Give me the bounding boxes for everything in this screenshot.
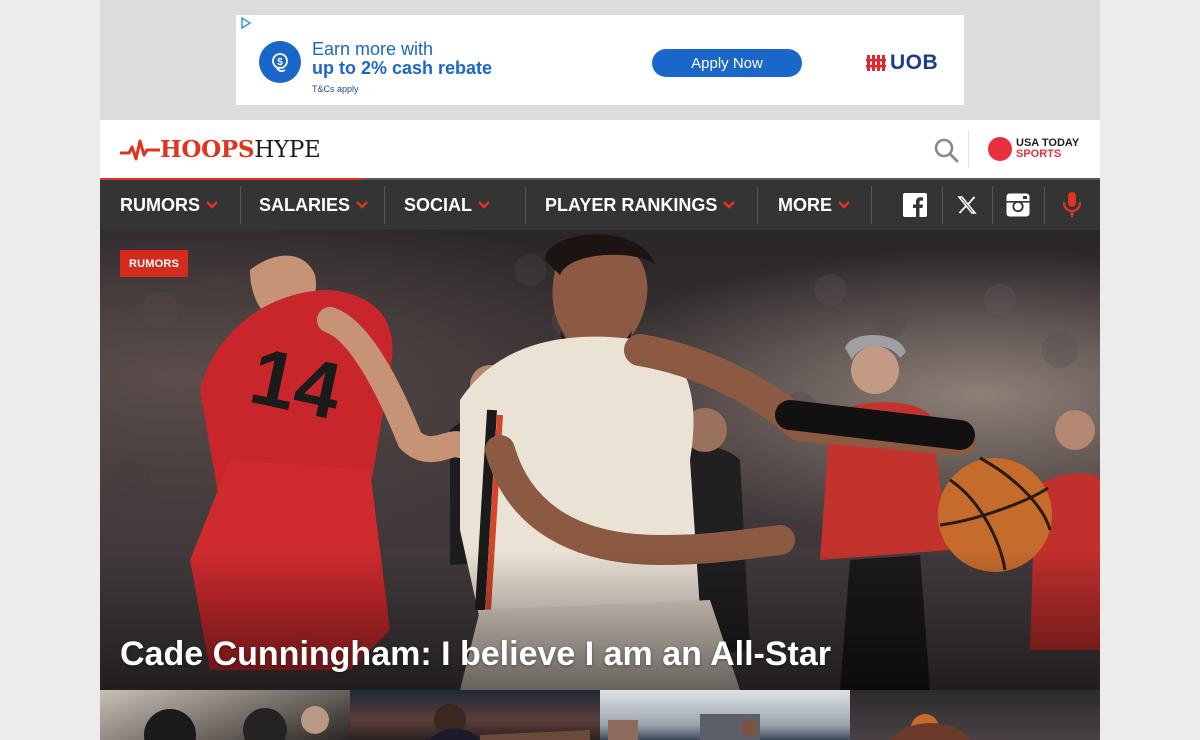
nav-item-label: SOCIAL: [404, 194, 473, 215]
nav-item-label: RUMORS: [120, 194, 200, 215]
site-header: HOOPSHYPE USA TODAY SPORTS: [100, 120, 1100, 178]
instagram-link[interactable]: [993, 180, 1043, 230]
thumbnail-photo: [890, 714, 970, 740]
logo-text-hype: HYPE: [254, 137, 321, 163]
nav-item-label: SALARIES: [259, 194, 351, 215]
hero-story[interactable]: 14 RUMORS Cade Cunningham: I believe I a…: [100, 230, 1100, 690]
story-thumbnail[interactable]: [100, 690, 350, 740]
heartbeat-icon: [120, 139, 160, 161]
nav-item-label: MORE: [778, 194, 832, 215]
header-divider: [968, 130, 969, 168]
story-thumbnail[interactable]: [350, 690, 600, 740]
nav-divider: [384, 186, 385, 224]
x-icon: [957, 196, 977, 214]
story-thumbnails: [100, 690, 1100, 740]
nav-divider: [1044, 186, 1045, 224]
adchoices-icon[interactable]: [240, 17, 252, 29]
chevron-down-icon: [723, 201, 736, 209]
uob-logo-icon: [866, 55, 886, 71]
chevron-down-icon: [838, 201, 850, 209]
facebook-icon: [903, 193, 927, 217]
nav-divider: [525, 186, 526, 224]
main-nav: RUMORS SALARIES SOCIAL PLAYER RANKINGS M…: [100, 180, 1100, 230]
chevron-down-icon: [356, 201, 368, 209]
category-badge[interactable]: RUMORS: [120, 250, 189, 277]
usa-today-sports-logo[interactable]: USA TODAY SPORTS: [988, 137, 1079, 161]
hero-headline[interactable]: Cade Cunningham: I believe I am an All-S…: [120, 632, 831, 676]
thumbnail-photo: [144, 706, 329, 740]
svg-text:14: 14: [243, 331, 349, 437]
nav-item-label: PLAYER RANKINGS: [545, 194, 718, 215]
logo-text-hoops: HOOPS: [160, 136, 255, 163]
chevron-down-icon: [206, 201, 218, 209]
facebook-link[interactable]: [890, 180, 940, 230]
ad-brand-name: UOB: [890, 51, 939, 74]
nav-item-player-rankings[interactable]: PLAYER RANKINGS: [545, 180, 736, 230]
partner-name-line2: SPORTS: [1016, 148, 1062, 160]
nav-item-more[interactable]: MORE: [778, 180, 850, 230]
nav-divider: [871, 186, 872, 224]
ad-area: $ Earn more with up to 2% cash rebate T&…: [100, 0, 1100, 120]
ad-terms: T&Cs apply: [312, 84, 359, 94]
story-thumbnail[interactable]: [850, 690, 1100, 740]
svg-text:$: $: [277, 57, 283, 68]
ad-headline-line1: Earn more with: [312, 39, 434, 59]
x-link[interactable]: [942, 180, 992, 230]
thumbnail-photo: [430, 704, 590, 740]
cash-coin-icon: $: [259, 41, 301, 83]
nav-divider: [240, 186, 241, 224]
podcast-link[interactable]: [1047, 180, 1097, 230]
site-logo[interactable]: HOOPSHYPE: [120, 136, 321, 164]
advertisement[interactable]: $ Earn more with up to 2% cash rebate T&…: [236, 15, 964, 105]
apply-now-button[interactable]: Apply Now: [652, 49, 802, 77]
chevron-down-icon: [478, 201, 490, 209]
nav-divider: [757, 186, 758, 224]
nav-item-salaries[interactable]: SALARIES: [259, 180, 368, 230]
microphone-icon: [1062, 192, 1082, 217]
thumbnail-photo: [608, 714, 760, 740]
search-icon[interactable]: [932, 136, 960, 164]
ad-brand-logo: UOB: [866, 51, 938, 75]
usa-today-dot-icon: [988, 137, 1012, 161]
story-thumbnail[interactable]: [600, 690, 850, 740]
ad-headline-line2: up to 2% cash rebate: [312, 58, 493, 78]
page: $ Earn more with up to 2% cash rebate T&…: [100, 0, 1100, 740]
instagram-icon: [1006, 193, 1030, 217]
nav-item-social[interactable]: SOCIAL: [404, 180, 490, 230]
nav-item-rumors[interactable]: RUMORS: [120, 180, 218, 230]
